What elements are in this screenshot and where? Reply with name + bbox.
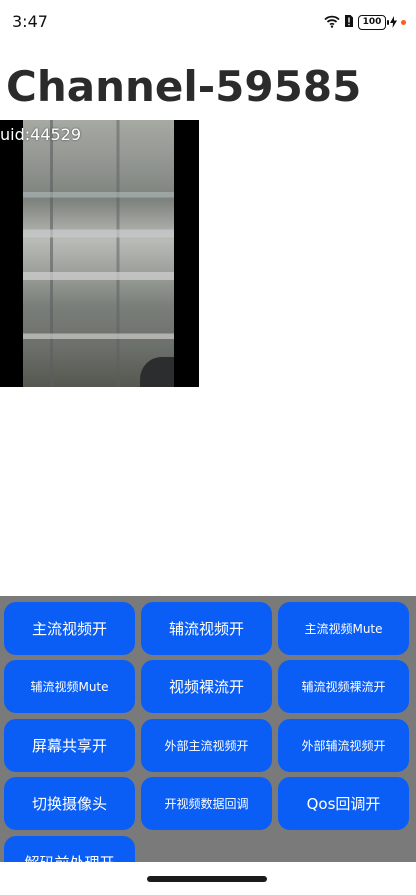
screen-share-button[interactable]: 屏幕共享开 <box>4 719 135 772</box>
control-panel: 主流视频开 辅流视频开 主流视频Mute 辅流视频Mute 视频裸流开 辅流视频… <box>0 596 416 895</box>
video-data-callback-button[interactable]: 开视频数据回调 <box>141 777 272 830</box>
sub-video-toggle-button[interactable]: 辅流视频开 <box>141 602 272 655</box>
sim-alert-icon <box>344 13 354 32</box>
external-main-video-button[interactable]: 外部主流视频开 <box>141 719 272 772</box>
switch-camera-button[interactable]: 切换摄像头 <box>4 777 135 830</box>
sub-video-raw-stream-button[interactable]: 辅流视频裸流开 <box>278 660 409 713</box>
remote-video-view[interactable] <box>0 120 199 387</box>
battery-icon: 100 <box>358 15 389 30</box>
system-nav-area <box>0 862 416 895</box>
wifi-icon <box>324 13 340 32</box>
home-indicator[interactable] <box>147 876 267 882</box>
qos-callback-button[interactable]: Qos回调开 <box>278 777 409 830</box>
video-raw-stream-button[interactable]: 视频裸流开 <box>141 660 272 713</box>
status-icons: 100 <box>324 13 406 32</box>
video-frame <box>23 120 174 387</box>
status-time: 3:47 <box>12 12 48 31</box>
charging-dot-icon <box>401 20 406 25</box>
status-bar: 3:47 100 <box>0 0 416 44</box>
main-video-toggle-button[interactable]: 主流视频开 <box>4 602 135 655</box>
main-video-mute-button[interactable]: 主流视频Mute <box>278 602 409 655</box>
channel-title: Channel-59585 <box>6 62 362 111</box>
sub-video-mute-button[interactable]: 辅流视频Mute <box>4 660 135 713</box>
external-sub-video-button[interactable]: 外部辅流视频开 <box>278 719 409 772</box>
video-person-shape <box>140 357 174 387</box>
charging-icon <box>390 13 397 32</box>
video-uid-label: uid:44529 <box>0 125 82 144</box>
